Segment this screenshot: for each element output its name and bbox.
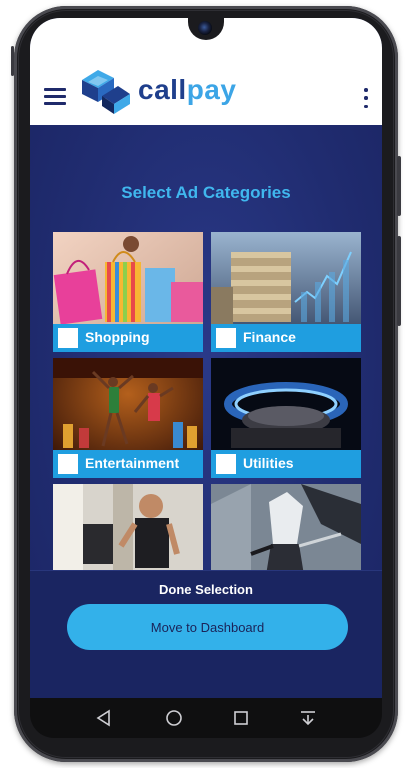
category-label-bar: Shopping: [53, 324, 203, 352]
page-title: Select Ad Categories: [121, 183, 291, 202]
category-label-bar: Finance: [211, 324, 361, 352]
category-label-bar: Utilities: [211, 450, 361, 478]
front-camera-icon: [198, 21, 212, 35]
logo-wordmark: callpay: [138, 74, 236, 106]
category-label-finance: Finance: [243, 329, 296, 345]
category-card-utilities[interactable]: Utilities: [211, 358, 361, 478]
recent-apps-icon[interactable]: [231, 708, 251, 728]
category-card-finance[interactable]: Finance: [211, 232, 361, 352]
power-button: [397, 156, 401, 216]
system-navigation-bar: [30, 698, 382, 738]
category-selection-area: Select Ad Categories Shopping Finance En…: [30, 125, 382, 698]
category-card-entertainment[interactable]: Entertainment: [53, 358, 203, 478]
category-label-bar: Entertainment: [53, 450, 203, 478]
logo-call-text: call: [138, 74, 187, 105]
category-label-shopping: Shopping: [85, 329, 150, 345]
finance-checkbox[interactable]: [216, 328, 236, 348]
category-card-gaming[interactable]: [211, 484, 361, 570]
category-label-utilities: Utilities: [243, 455, 294, 471]
home-icon[interactable]: [164, 708, 184, 728]
move-to-dashboard-button[interactable]: Move to Dashboard: [67, 604, 348, 650]
phone-screen: callpay Select Ad Categories Shopping Fi…: [30, 18, 382, 698]
notification-pull-icon[interactable]: [298, 708, 318, 728]
logo-pay-text: pay: [186, 74, 237, 105]
category-label-entertainment: Entertainment: [85, 455, 180, 471]
gaming-image: [211, 484, 361, 570]
more-vertical-icon[interactable]: [362, 88, 370, 108]
volume-button: [397, 236, 401, 326]
side-key: [11, 46, 14, 76]
entertainment-checkbox[interactable]: [58, 454, 78, 474]
fitness-image: [53, 484, 203, 570]
done-selection-label: Done Selection: [159, 582, 253, 597]
back-icon[interactable]: [94, 708, 114, 728]
utilities-checkbox[interactable]: [216, 454, 236, 474]
category-card-fitness[interactable]: [53, 484, 203, 570]
category-card-shopping[interactable]: Shopping: [53, 232, 203, 352]
bottom-action-panel: Done Selection Move to Dashboard: [30, 570, 382, 698]
callpay-logo: callpay: [78, 66, 236, 116]
hamburger-menu-icon[interactable]: [44, 88, 66, 106]
logo-mark-icon: [82, 70, 130, 114]
shopping-checkbox[interactable]: [58, 328, 78, 348]
